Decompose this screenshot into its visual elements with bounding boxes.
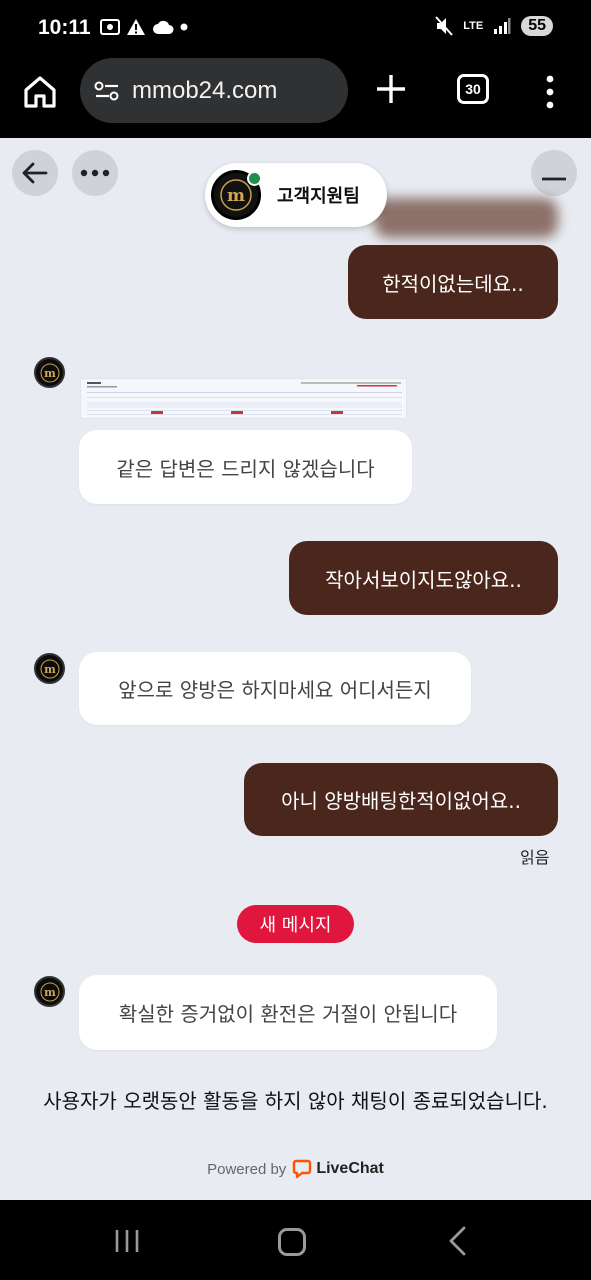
network-label: LTE	[463, 20, 484, 32]
blurred-message	[374, 198, 558, 238]
home-nav-icon[interactable]	[278, 1228, 306, 1256]
message-incoming: 앞으로 양방은 하지마세요 어디서든지	[79, 652, 471, 725]
system-nav-bar	[0, 1200, 591, 1280]
arrow-left-icon	[22, 162, 48, 184]
logo-letter: m	[227, 186, 245, 206]
agent-avatar: m	[211, 170, 262, 220]
agent-small-avatar: m	[34, 357, 65, 388]
system-icons: LTE 55	[435, 16, 553, 36]
agent-name: 고객지원팀	[277, 186, 360, 207]
chat-ended-notice: 사용자가 오랫동안 활동을 하지 않아 채팅이 종료되었습니다.	[43, 1089, 548, 1113]
site-settings-icon[interactable]	[94, 80, 120, 102]
message-text: 같은 답변은 드리지 않겠습니다	[116, 456, 375, 481]
cloud-icon	[153, 20, 174, 34]
more-vert-icon[interactable]	[540, 74, 560, 110]
brand-logo-icon: m	[40, 982, 59, 1001]
livechat-brand-text: LiveChat	[316, 1160, 384, 1177]
url-text: mmob24.com	[132, 76, 278, 104]
message-text: 앞으로 양방은 하지마세요 어디서든지	[118, 678, 432, 702]
brand-logo-icon: m	[40, 659, 59, 678]
brand-logo-icon: m	[40, 363, 59, 382]
address-bar[interactable]: mmob24.com	[80, 58, 348, 123]
message-text: 확실한 증거없이 환전은 거절이 안됩니다	[118, 1002, 458, 1026]
livechat-link[interactable]: LiveChat	[292, 1159, 384, 1179]
message-text: 한적이없는데요..	[382, 271, 524, 296]
browser-toolbar: mmob24.com 30	[0, 58, 591, 138]
image-attachment[interactable]	[80, 378, 407, 419]
message-outgoing: 작아서보이지도않아요..	[289, 541, 558, 615]
new-message-badge: 새 메시지	[237, 905, 354, 943]
chat-window: m 고객지원팀 한적이없는데요.. m 같은 답변은 드리지 않겠습니다 작아서…	[0, 138, 591, 1200]
more-horiz-icon	[80, 169, 110, 177]
recent-apps-icon[interactable]	[112, 1228, 142, 1254]
back-button[interactable]	[12, 150, 58, 196]
minimize-button[interactable]	[531, 150, 577, 196]
status-time: 10:11	[38, 16, 91, 39]
message-text: 작아서보이지도않아요..	[325, 567, 522, 592]
livechat-logo-icon	[293, 1159, 312, 1179]
message-outgoing: 아니 양방배팅한적이없어요..	[244, 763, 558, 836]
warning-icon	[127, 19, 145, 35]
message-incoming: 확실한 증거없이 환전은 거절이 안됩니다	[79, 975, 497, 1050]
message-outgoing: 한적이없는데요..	[348, 245, 558, 319]
svg-text:m: m	[44, 663, 56, 676]
svg-text:m: m	[44, 986, 56, 999]
minimize-icon	[542, 177, 566, 181]
screenshot-thumbnail	[87, 382, 402, 415]
message-incoming: 같은 답변은 드리지 않겠습니다	[79, 430, 412, 504]
read-receipt: 읽음	[520, 848, 550, 867]
back-nav-icon[interactable]	[446, 1226, 470, 1256]
battery-indicator: 55	[521, 16, 553, 36]
agent-small-avatar: m	[34, 653, 65, 684]
status-bar: 10:11 LTE 55	[0, 0, 591, 58]
screenshot-icon	[100, 19, 120, 35]
agent-small-avatar: m	[34, 976, 65, 1007]
powered-by-footer: Powered by LiveChat	[0, 1159, 591, 1179]
powered-by-text: Powered by	[207, 1160, 287, 1178]
home-icon[interactable]	[22, 74, 58, 110]
chat-menu-button[interactable]	[72, 150, 118, 196]
online-status-dot	[247, 171, 262, 186]
dot-icon	[180, 23, 188, 31]
svg-text:m: m	[44, 367, 56, 380]
signal-icon	[494, 18, 511, 34]
agent-header: m 고객지원팀	[205, 163, 387, 227]
tab-switcher-button[interactable]: 30	[457, 74, 489, 104]
mute-icon	[435, 16, 453, 36]
notification-icons	[100, 18, 188, 36]
message-text: 아니 양방배팅한적이없어요..	[281, 789, 521, 813]
new-tab-icon[interactable]	[374, 72, 408, 106]
